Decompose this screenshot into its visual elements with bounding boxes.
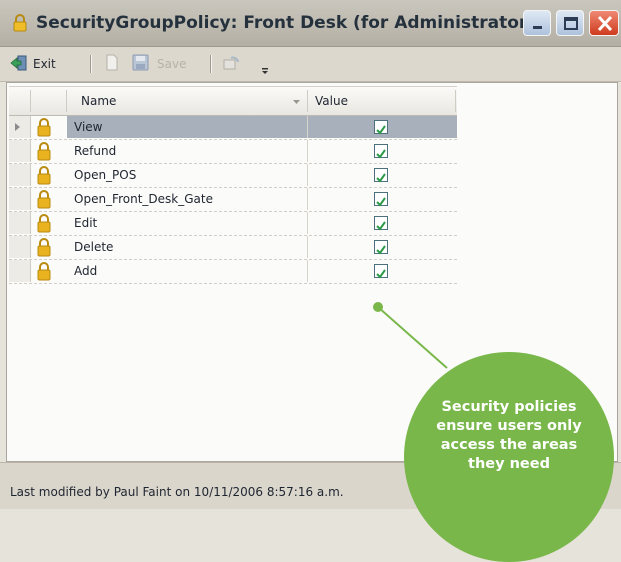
callout-text: Security policies ensure users only acce… xyxy=(436,399,582,472)
